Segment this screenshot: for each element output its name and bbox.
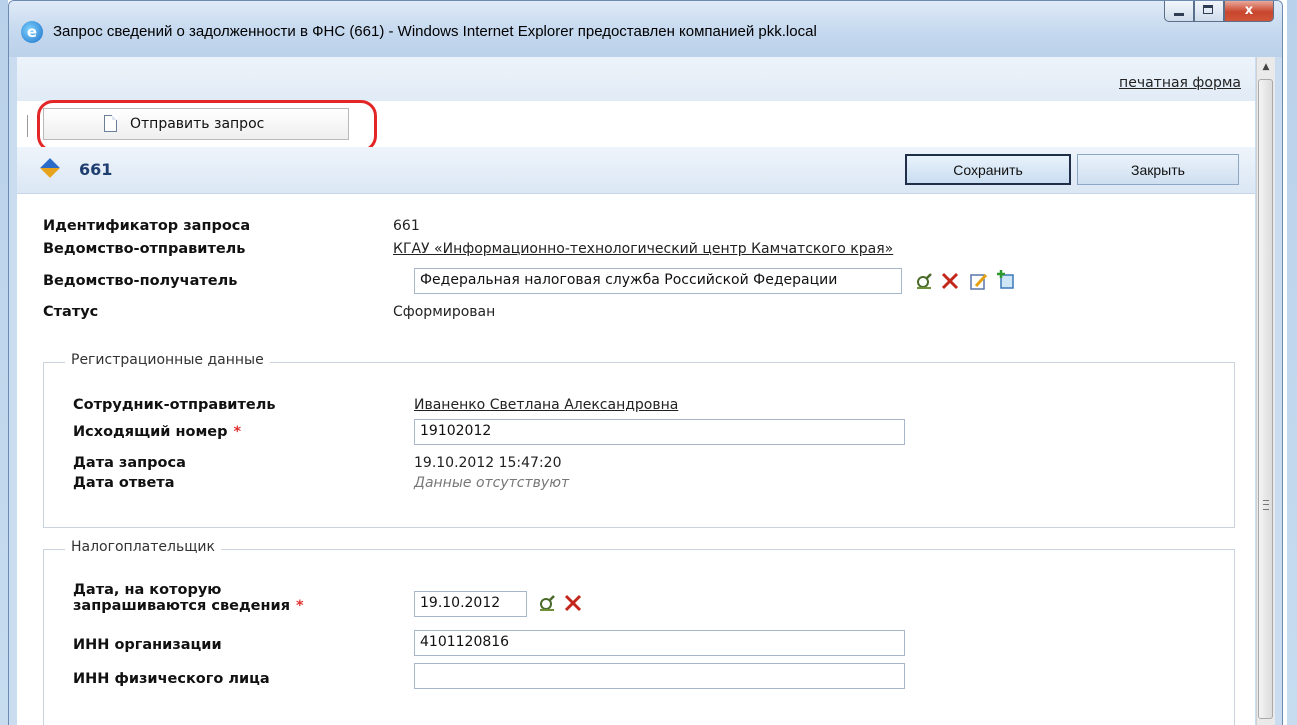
- scroll-thumb[interactable]: [1258, 79, 1273, 719]
- send-request-label: Отправить запрос: [130, 116, 265, 132]
- status-label: Статус: [43, 304, 99, 320]
- outgoing-number-field[interactable]: 19102012: [414, 419, 905, 445]
- response-date-value: Данные отсутствуют: [414, 475, 570, 491]
- print-form-link[interactable]: печатная форма: [1119, 75, 1241, 91]
- response-date-label: Дата ответа: [73, 475, 175, 491]
- request-date-label: Дата запроса: [73, 455, 186, 471]
- scroll-up-arrow-icon[interactable]: ▲: [1257, 59, 1275, 75]
- record-diamond-icon: [40, 158, 60, 178]
- query-date-label-line1: Дата, на которую: [73, 582, 222, 598]
- desktop-background-left: [0, 0, 8, 725]
- clear-icon[interactable]: [940, 271, 960, 291]
- query-date-label-line2: запрашиваются сведения *: [73, 598, 304, 614]
- maximize-button[interactable]: [1194, 1, 1224, 22]
- query-date-label-text: запрашиваются сведения: [73, 598, 291, 614]
- outgoing-number-label: Исходящий номер *: [73, 424, 241, 440]
- page-content: печатная форма Отправить запрос 661 Сохр…: [17, 57, 1255, 725]
- required-mark: *: [233, 424, 242, 440]
- close-window-button[interactable]: x: [1224, 1, 1274, 22]
- sender-dept-label: Ведомство-отправитель: [43, 241, 246, 257]
- calendar-lookup-icon[interactable]: [537, 593, 557, 613]
- internet-explorer-icon: e: [21, 21, 43, 43]
- employee-label: Сотрудник-отправитель: [73, 397, 276, 413]
- minimize-button[interactable]: [1164, 1, 1194, 22]
- request-id-value: 661: [393, 218, 420, 234]
- window-controls: x: [1164, 1, 1274, 23]
- org-inn-label: ИНН организации: [73, 637, 222, 653]
- edit-icon[interactable]: [969, 271, 989, 291]
- registration-fieldset: [43, 362, 1235, 528]
- request-date-value: 19.10.2012 15:47:20: [414, 455, 562, 471]
- required-mark: *: [296, 598, 304, 614]
- toolbar-separator: [27, 115, 28, 137]
- person-inn-field[interactable]: [414, 663, 905, 689]
- scroll-grip-icon: [1263, 500, 1269, 510]
- save-button[interactable]: Сохранить: [905, 154, 1071, 185]
- outgoing-number-label-text: Исходящий номер: [73, 424, 228, 440]
- taxpayer-legend: Налогоплательщик: [65, 539, 221, 555]
- query-date-field[interactable]: 19.10.2012: [414, 591, 527, 617]
- record-header: 661 Сохранить Закрыть: [17, 147, 1255, 194]
- recipient-dept-field[interactable]: Федеральная налоговая служба Российской …: [414, 268, 902, 294]
- request-id-label: Идентификатор запроса: [43, 218, 251, 234]
- registration-legend: Регистрационные данные: [65, 352, 270, 368]
- send-request-button[interactable]: Отправить запрос: [43, 108, 349, 140]
- org-inn-field[interactable]: 4101120816: [414, 630, 905, 656]
- document-icon: [104, 115, 117, 132]
- status-value: Сформирован: [393, 304, 496, 320]
- top-strip: печатная форма: [17, 57, 1255, 101]
- window-title: Запрос сведений о задолженности в ФНС (6…: [53, 23, 817, 40]
- person-inn-label: ИНН физического лица: [73, 671, 270, 687]
- clear-date-icon[interactable]: [563, 593, 583, 613]
- maximize-icon: [1203, 5, 1213, 14]
- record-id: 661: [79, 160, 113, 179]
- add-new-icon[interactable]: [996, 269, 1016, 289]
- close-button[interactable]: Закрыть: [1077, 154, 1239, 185]
- lookup-icon[interactable]: [914, 271, 934, 291]
- recipient-dept-label: Ведомство-получатель: [43, 273, 238, 289]
- browser-window: e Запрос сведений о задолженности в ФНС …: [8, 0, 1283, 725]
- minimize-icon: [1174, 13, 1184, 16]
- vertical-scrollbar[interactable]: ▲: [1256, 57, 1275, 725]
- sender-dept-link[interactable]: КГАУ «Информационно-технологический цент…: [393, 241, 893, 257]
- title-bar[interactable]: e Запрос сведений о задолженности в ФНС …: [9, 1, 1282, 57]
- desktop-background-right: [1287, 0, 1297, 725]
- employee-link[interactable]: Иваненко Светлана Александровна: [414, 397, 678, 413]
